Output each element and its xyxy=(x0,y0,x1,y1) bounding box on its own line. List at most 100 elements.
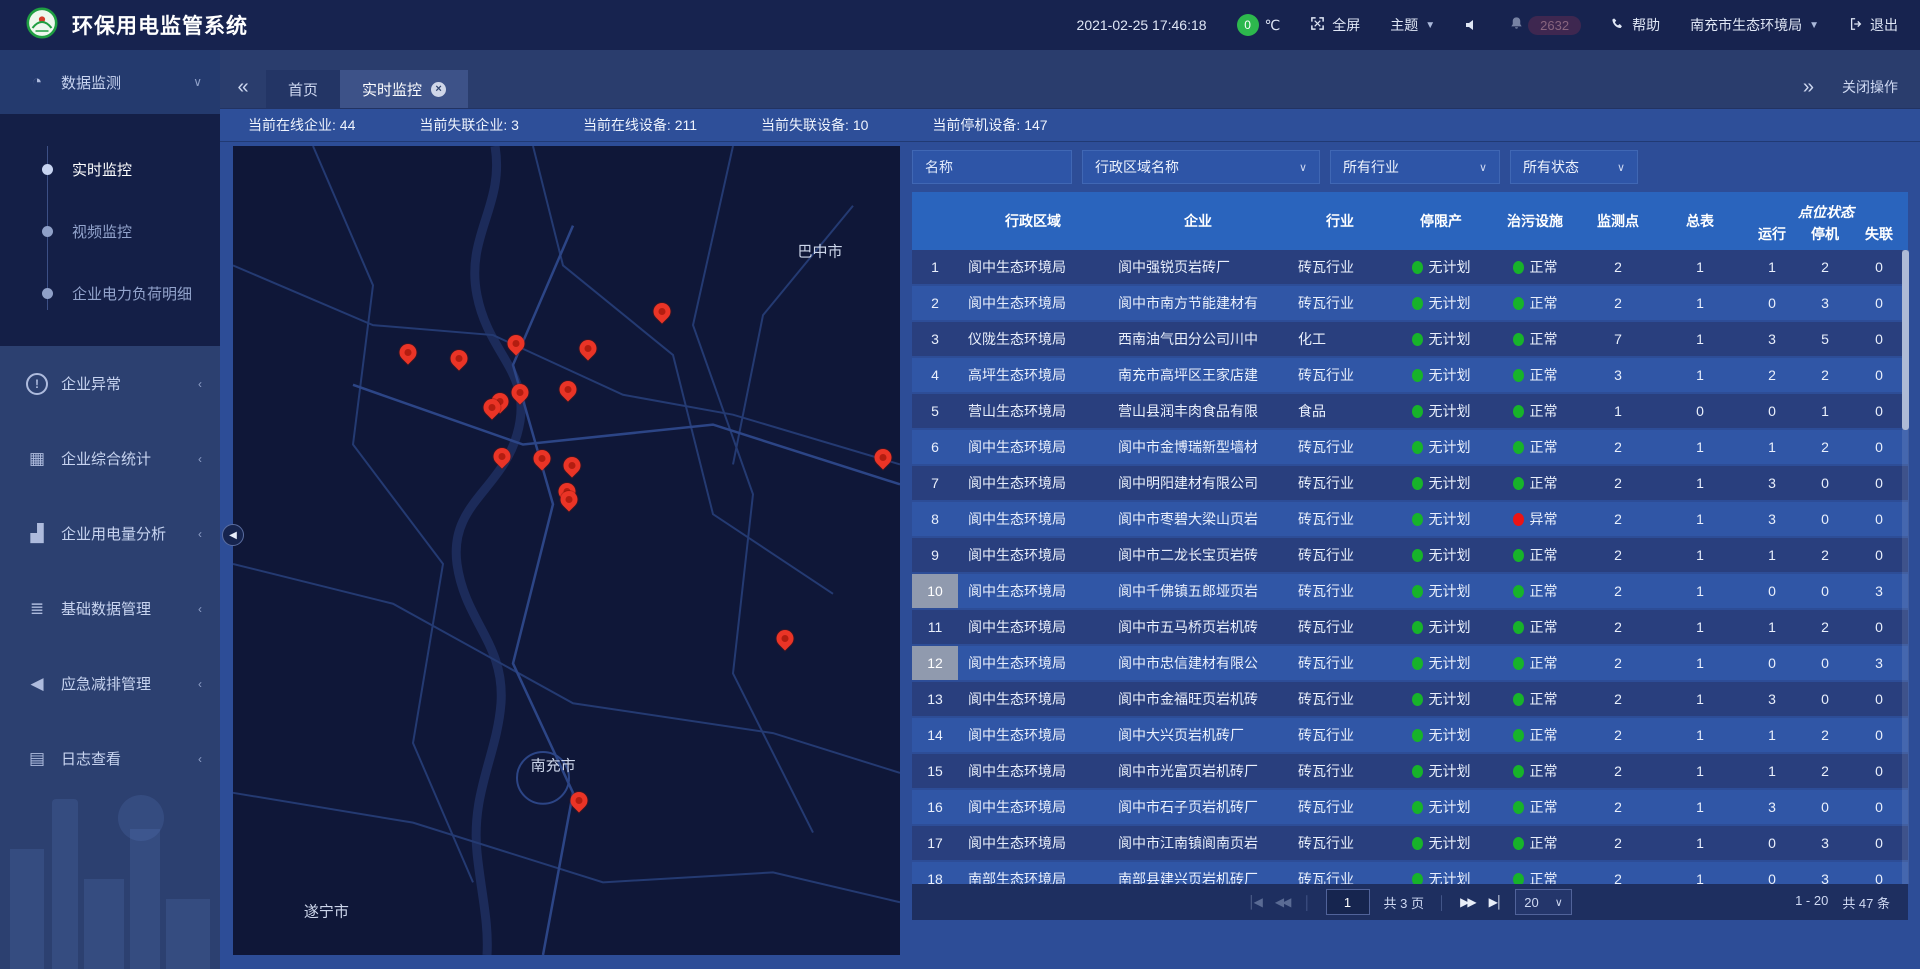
cell-run: 1 xyxy=(1744,250,1800,284)
next-page-icon[interactable]: ▶▶ xyxy=(1460,895,1474,909)
sidebar-item-company-abnormal[interactable]: !企业异常‹ xyxy=(0,346,220,421)
sidebar-item-log-view[interactable]: ▤日志查看‹ xyxy=(0,721,220,796)
table-row[interactable]: 8阆中生态环境局阆中市枣碧大梁山页岩砖瓦行业无计划异常21300 xyxy=(912,502,1908,536)
cell-industry: 砖瓦行业 xyxy=(1288,358,1392,392)
table-row[interactable]: 5营山生态环境局营山县润丰肉食品有限食品无计划正常10010 xyxy=(912,394,1908,428)
cell-points: 2 xyxy=(1580,610,1656,644)
tab-label: 首页 xyxy=(288,79,318,100)
cell-points: 2 xyxy=(1580,286,1656,320)
table-row[interactable]: 3仪陇生态环境局西南油气田分公司川中化工无计划正常71350 xyxy=(912,322,1908,356)
status-filter-select[interactable]: 所有状态 ∨ xyxy=(1510,150,1638,184)
sidebar-item-label: 企业电力负荷明细 xyxy=(72,283,192,304)
table-row[interactable]: 17阆中生态环境局阆中市江南镇阆南页岩砖瓦行业无计划正常21030 xyxy=(912,826,1908,860)
status-dot xyxy=(1412,369,1423,382)
cell-region: 仪陇生态环境局 xyxy=(958,322,1108,356)
cell-region: 阆中生态环境局 xyxy=(958,574,1108,608)
col-header-facility: 治污设施 xyxy=(1490,192,1580,250)
page-size-select[interactable]: 20 ∨ xyxy=(1515,889,1572,915)
theme-menu-button[interactable]: 主题 ▼ xyxy=(1390,15,1435,35)
status-item: 当前在线设备: 211 xyxy=(583,115,697,135)
sidebar-submenu: 实时监控视频监控企业电力负荷明细 xyxy=(0,114,220,346)
cell-points: 2 xyxy=(1580,430,1656,464)
sidebar-item-emergency-reduction[interactable]: ◀应急减排管理‹ xyxy=(0,646,220,721)
sidebar-item-power-load-detail[interactable]: 企业电力负荷明细 xyxy=(0,262,220,324)
sidebar-item-base-data-management[interactable]: ≣基础数据管理‹ xyxy=(0,571,220,646)
status-dot xyxy=(1412,729,1423,742)
scrollbar-thumb[interactable] xyxy=(1902,250,1909,430)
help-button[interactable]: 帮助 xyxy=(1611,15,1660,35)
name-filter-input[interactable] xyxy=(912,150,1072,184)
tab-realtime-monitor[interactable]: 实时监控 × xyxy=(340,70,468,108)
sidebar-item-data-monitoring[interactable]: ◔数据监测∨ xyxy=(0,50,220,114)
cell-company: 南部县建兴页岩机砖厂 xyxy=(1108,862,1288,884)
page-title: 环保用电监管系统 xyxy=(72,10,248,40)
fullscreen-button[interactable]: 全屏 xyxy=(1310,15,1360,35)
cell-stop: 5 xyxy=(1800,322,1850,356)
table-row[interactable]: 4高坪生态环境局南充市高坪区王家店建砖瓦行业无计划正常31220 xyxy=(912,358,1908,392)
table-row[interactable]: 9阆中生态环境局阆中市二龙长宝页岩砖砖瓦行业无计划正常21120 xyxy=(912,538,1908,572)
pager-divider: │ xyxy=(1303,895,1311,910)
page-input[interactable] xyxy=(1326,889,1370,915)
sidebar-item-company-statistics[interactable]: ▦企业综合统计‹ xyxy=(0,421,220,496)
notification-bell[interactable]: 2632 xyxy=(1509,16,1581,35)
cell-num: 5 xyxy=(912,394,958,428)
sidebar-item-video-monitor[interactable]: 视频监控 xyxy=(0,200,220,262)
cell-lost: 0 xyxy=(1850,718,1908,752)
table-row[interactable]: 18南部生态环境局南部县建兴页岩机砖厂砖瓦行业无计划正常21030 xyxy=(912,862,1908,884)
status-item: 当前失联企业: 3 xyxy=(419,115,519,135)
table-row[interactable]: 2阆中生态环境局阆中市南方节能建材有砖瓦行业无计划正常21030 xyxy=(912,286,1908,320)
last-page-icon[interactable]: ▶│ xyxy=(1489,895,1502,909)
cell-meters: 1 xyxy=(1656,430,1744,464)
industry-filter-select[interactable]: 所有行业 ∨ xyxy=(1330,150,1500,184)
table-row[interactable]: 11阆中生态环境局阆中市五马桥页岩机砖砖瓦行业无计划正常21120 xyxy=(912,610,1908,644)
table-row[interactable]: 1阆中生态环境局阆中强锐页岩砖厂砖瓦行业无计划正常21120 xyxy=(912,250,1908,284)
logout-button[interactable]: 退出 xyxy=(1849,15,1898,35)
table-row[interactable]: 13阆中生态环境局阆中市金福旺页岩机砖砖瓦行业无计划正常21300 xyxy=(912,682,1908,716)
cell-company: 南充市高坪区王家店建 xyxy=(1108,358,1288,392)
cell-meters: 1 xyxy=(1656,250,1744,284)
cell-industry: 砖瓦行业 xyxy=(1288,718,1392,752)
map-panel[interactable]: 巴中市南充市遂宁市 xyxy=(233,146,900,955)
cell-num: 8 xyxy=(912,502,958,536)
sidebar-item-power-usage-analysis[interactable]: ▟企业用电量分析‹ xyxy=(0,496,220,571)
cell-facility: 正常 xyxy=(1490,862,1580,884)
tabs-scroll-right-icon[interactable]: » xyxy=(1803,76,1814,99)
org-label: 南充市生态环境局 xyxy=(1690,15,1802,35)
cell-num: 2 xyxy=(912,286,958,320)
first-page-icon[interactable]: │◀ xyxy=(1248,895,1261,909)
table-row[interactable]: 7阆中生态环境局阆中明阳建材有限公司砖瓦行业无计划正常21300 xyxy=(912,466,1908,500)
sidebar-item-realtime-monitor[interactable]: 实时监控 xyxy=(0,138,220,200)
table-row[interactable]: 14阆中生态环境局阆中大兴页岩机砖厂砖瓦行业无计划正常21120 xyxy=(912,718,1908,752)
table-row[interactable]: 16阆中生态环境局阆中市石子页岩机砖厂砖瓦行业无计划正常21300 xyxy=(912,790,1908,824)
industry-filter-value: 所有行业 xyxy=(1343,157,1399,177)
chevron-down-icon: ∨ xyxy=(1617,161,1625,174)
chevron-left-icon: ‹ xyxy=(198,377,202,391)
table-row[interactable]: 10阆中生态环境局阆中千佛镇五郎垭页岩砖瓦行业无计划正常21003 xyxy=(912,574,1908,608)
org-menu-button[interactable]: 南充市生态环境局 ▼ xyxy=(1690,15,1819,35)
log-icon: ▤ xyxy=(26,749,48,769)
table-scrollbar[interactable] xyxy=(1902,250,1909,884)
cell-num: 12 xyxy=(912,646,958,680)
theme-label: 主题 xyxy=(1390,15,1418,35)
cell-run: 0 xyxy=(1744,286,1800,320)
col-header-meters: 总表 xyxy=(1656,192,1744,250)
table-row[interactable]: 6阆中生态环境局阆中市金博瑞新型墙材砖瓦行业无计划正常21120 xyxy=(912,430,1908,464)
bullet-icon xyxy=(42,164,53,175)
table-row[interactable]: 12阆中生态环境局阆中市忠信建材有限公砖瓦行业无计划正常21003 xyxy=(912,646,1908,680)
cell-num: 11 xyxy=(912,610,958,644)
region-filter-select[interactable]: 行政区域名称 ∨ xyxy=(1082,150,1320,184)
close-icon[interactable]: × xyxy=(431,82,446,97)
tabs-scroll-left-icon[interactable]: « xyxy=(220,76,266,99)
table-row[interactable]: 15阆中生态环境局阆中市光富页岩机砖厂砖瓦行业无计划正常21120 xyxy=(912,754,1908,788)
close-operations-button[interactable]: 关闭操作 xyxy=(1842,77,1898,97)
tab-home[interactable]: 首页 xyxy=(266,70,340,108)
cell-run: 1 xyxy=(1744,430,1800,464)
cell-company: 阆中千佛镇五郎垭页岩 xyxy=(1108,574,1288,608)
cell-production: 无计划 xyxy=(1392,394,1490,428)
prev-page-icon[interactable]: ◀◀ xyxy=(1275,895,1289,909)
cell-points: 1 xyxy=(1580,394,1656,428)
sidebar-collapse-toggle[interactable]: ◀ xyxy=(222,524,244,546)
statusbar: 当前在线企业: 44当前失联企业: 3当前在线设备: 211当前失联设备: 10… xyxy=(220,108,1920,142)
monitor-panel: 行政区域名称 ∨ 所有行业 ∨ 所有状态 ∨ 行政区域 企业 行业 停限产 治污… xyxy=(912,142,1908,955)
mute-speaker-icon[interactable] xyxy=(1465,18,1479,32)
